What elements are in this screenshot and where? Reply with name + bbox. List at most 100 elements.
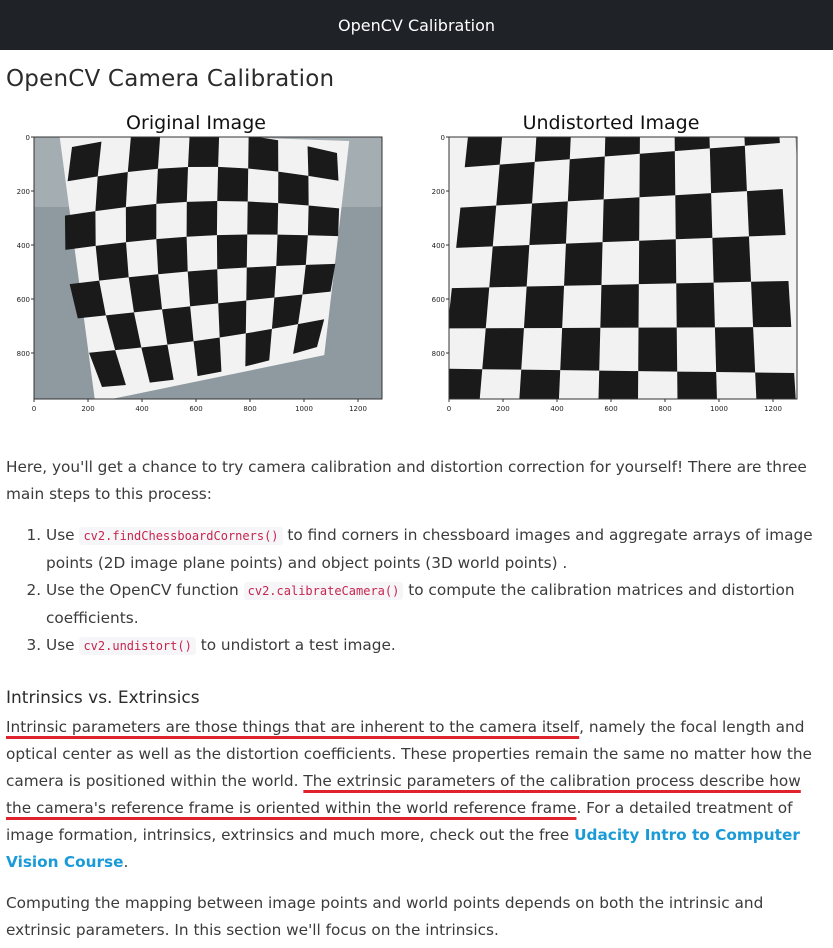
y-tick-label: 0 xyxy=(26,134,30,142)
chess-square xyxy=(186,201,218,237)
chess-square xyxy=(676,282,715,328)
original-image-plot: 0 200 400 600 800 0 200 400 600 800 1000 1200 xyxy=(17,134,383,413)
x-tick-label: 200 xyxy=(81,405,94,413)
chess-square xyxy=(248,137,279,172)
x-tick-label: 800 xyxy=(658,405,671,413)
chess-square xyxy=(449,368,483,399)
chess-square xyxy=(128,274,163,313)
figure-row: Original Image 0 200 400 600 800 0 200 400 600 80… xyxy=(6,102,827,432)
chess-square xyxy=(95,242,129,281)
x-tick-label: 1200 xyxy=(349,405,367,413)
chess-square xyxy=(187,269,219,307)
chess-square xyxy=(127,137,161,172)
chess-square xyxy=(216,234,248,270)
chess-square xyxy=(523,285,565,329)
x-tick-label: 400 xyxy=(550,405,563,413)
y-tick-label: 800 xyxy=(432,350,445,358)
chessboard xyxy=(449,137,797,399)
chess-square xyxy=(456,205,497,248)
chess-square xyxy=(482,328,524,370)
page-title: OpenCV Camera Calibration xyxy=(6,66,335,92)
chess-square xyxy=(604,137,640,157)
chess-square xyxy=(675,193,713,240)
y-tick-label: 200 xyxy=(17,188,30,196)
chess-square xyxy=(276,234,308,267)
chess-square xyxy=(638,239,677,285)
steps-list: Use cv2.findChessboardCorners() to find … xyxy=(6,522,827,660)
undistorted-image-figure: Undistorted Image 0 200 400 600 800 0 200 400 60… xyxy=(421,102,801,432)
y-tick-label: 200 xyxy=(432,188,445,196)
x-tick-label: 600 xyxy=(604,405,617,413)
chess-square xyxy=(712,236,752,283)
chess-square xyxy=(744,137,780,146)
chess-square xyxy=(278,171,309,206)
chess-square xyxy=(709,145,747,194)
chess-square xyxy=(162,306,194,345)
chess-square xyxy=(751,281,792,328)
y-tick-label: 800 xyxy=(17,350,30,358)
chess-square xyxy=(564,242,603,286)
chess-square xyxy=(193,337,222,377)
top-bar: OpenCV Calibration xyxy=(0,0,833,50)
chess-square xyxy=(67,141,102,182)
y-tick-label: 0 xyxy=(441,134,445,142)
chess-square xyxy=(217,166,249,202)
chess-square xyxy=(534,137,571,162)
topbar-title: OpenCV Calibration xyxy=(338,15,495,35)
list-item: Use cv2.findChessboardCorners() to find … xyxy=(46,522,827,577)
chess-square xyxy=(464,137,503,168)
code-snippet: cv2.undistort() xyxy=(79,637,196,655)
chess-square xyxy=(307,205,340,237)
original-image-figure: Original Image 0 200 400 600 800 0 200 400 600 80… xyxy=(6,102,386,432)
chess-square xyxy=(600,284,639,328)
y-tick-label: 400 xyxy=(17,242,30,250)
list-item: Use the OpenCV function cv2.calibrateCam… xyxy=(46,577,827,632)
chess-square xyxy=(567,156,605,202)
chess-square xyxy=(638,327,678,372)
chess-square xyxy=(602,197,640,243)
chess-square xyxy=(529,201,568,245)
x-tick-label: 200 xyxy=(496,405,509,413)
chess-square xyxy=(125,203,157,243)
chess-square xyxy=(714,327,756,373)
x-tick-label: 1000 xyxy=(295,405,313,413)
chess-square xyxy=(746,189,786,237)
intrinsics-paragraph: Intrinsic parameters are those things th… xyxy=(6,718,812,871)
x-tick-label: 1200 xyxy=(764,405,782,413)
x-tick-label: 1000 xyxy=(710,405,728,413)
chess-square xyxy=(674,137,710,152)
intro-paragraph: Here, you'll get a chance to try camera … xyxy=(6,458,807,503)
y-tick-label: 600 xyxy=(17,296,30,304)
mapping-paragraph: Computing the mapping between image poin… xyxy=(6,894,764,939)
chess-square xyxy=(247,201,279,235)
y-tick-label: 600 xyxy=(432,296,445,304)
chess-square xyxy=(218,300,247,338)
underlined-text-intrinsic: Intrinsic parameters are those things th… xyxy=(6,718,580,736)
chess-square xyxy=(302,263,336,295)
chess-square xyxy=(639,151,676,198)
chess-square xyxy=(64,211,96,250)
photo-area xyxy=(449,137,797,399)
chess-square xyxy=(449,287,490,329)
chess-square xyxy=(156,166,188,204)
list-item: Use cv2.undistort() to undistort a test … xyxy=(46,632,827,660)
undistorted-image-plot: 0 200 400 600 800 0 200 400 600 800 1000 1200 xyxy=(432,134,798,413)
chess-square xyxy=(156,236,188,275)
x-tick-label: 600 xyxy=(189,405,202,413)
chess-square xyxy=(496,161,535,206)
code-snippet: cv2.calibrateCamera() xyxy=(243,582,404,600)
x-tick-label: 800 xyxy=(243,405,256,413)
code-snippet: cv2.findChessboardCorners() xyxy=(79,527,283,545)
chess-square xyxy=(560,327,601,371)
section-heading: Intrinsics vs. Extrinsics xyxy=(6,688,200,708)
chess-square xyxy=(95,171,128,212)
chess-square xyxy=(271,294,303,329)
photo-area xyxy=(34,137,382,399)
x-tick-label: 400 xyxy=(135,405,148,413)
y-tick-label: 400 xyxy=(432,242,445,250)
chess-square xyxy=(489,245,530,288)
chess-square xyxy=(246,266,277,301)
main-content: OpenCV Camera Calibration Original Image… xyxy=(0,66,833,944)
x-tick-label: 0 xyxy=(447,405,451,413)
x-tick-label: 0 xyxy=(32,405,36,413)
